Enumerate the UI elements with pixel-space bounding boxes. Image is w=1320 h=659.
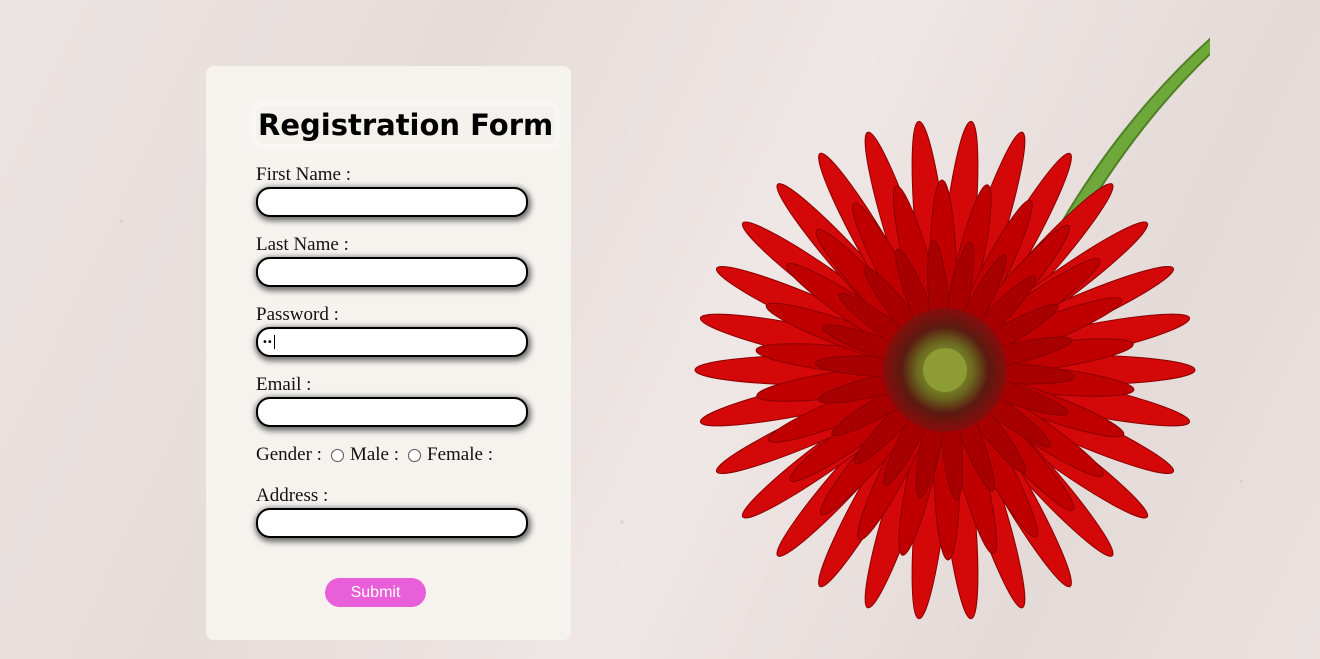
- first-name-label: First Name :: [256, 164, 351, 185]
- form-title: Registration Form: [256, 106, 556, 144]
- last-name-label: Last Name :: [256, 234, 349, 255]
- flower-stem: [1060, 37, 1210, 232]
- password-input[interactable]: ••: [256, 327, 528, 357]
- gender-label: Gender :: [256, 444, 322, 465]
- registration-form-card: Registration Form First Name : Last Name…: [206, 66, 571, 640]
- male-radio[interactable]: [330, 448, 344, 462]
- email-input[interactable]: [256, 397, 528, 427]
- last-name-input[interactable]: [256, 257, 528, 287]
- female-radio[interactable]: [408, 448, 422, 462]
- background-speck: [1240, 480, 1243, 483]
- password-value: ••: [262, 335, 275, 350]
- password-label: Password :: [256, 304, 339, 325]
- female-option-label: Female :: [427, 444, 493, 465]
- red-gerbera-flower-image: [694, 37, 1210, 620]
- background-speck: [620, 520, 624, 524]
- first-name-input[interactable]: [256, 187, 528, 217]
- flower-center-core: [923, 348, 967, 392]
- submit-button[interactable]: Submit: [325, 578, 426, 607]
- background-speck: [120, 220, 123, 223]
- address-input[interactable]: [256, 508, 528, 538]
- email-label: Email :: [256, 374, 312, 395]
- gender-row: Gender : Male : Female :: [256, 444, 493, 466]
- male-option-label: Male :: [349, 444, 400, 465]
- address-label: Address :: [256, 485, 329, 506]
